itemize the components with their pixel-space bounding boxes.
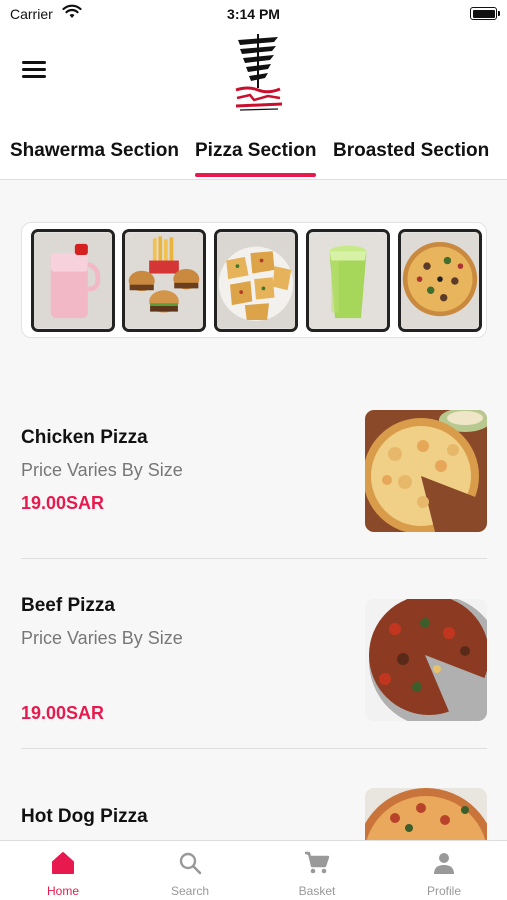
nav-search-label: Search	[170, 884, 210, 898]
cart-icon	[305, 851, 330, 874]
item-photo-chicken-pizza	[365, 410, 487, 532]
promo-image-strip	[21, 222, 487, 338]
clock: 3:14 PM	[227, 6, 280, 22]
hamburger-icon[interactable]	[22, 61, 46, 81]
nav-search[interactable]: Search	[127, 841, 253, 900]
item-price: 19.00SAR	[21, 493, 105, 513]
tab-broasted-section[interactable]: Broasted Section	[333, 140, 489, 162]
item-description: Price Varies By Size	[21, 628, 183, 648]
app-header	[0, 28, 507, 120]
battery-icon	[470, 7, 500, 20]
nav-home-label: Home	[46, 884, 79, 898]
item-name: Chicken Pizza	[21, 427, 148, 448]
nav-basket[interactable]: Basket	[254, 841, 380, 900]
item-photo-hot-dog-pizza	[365, 788, 487, 840]
nav-profile[interactable]: Profile	[381, 841, 507, 900]
tab-shawerma-section[interactable]: Shawerma Section	[10, 140, 179, 162]
item-name: Beef Pizza	[21, 595, 115, 616]
bottom-nav: Home Search Basket Profile	[0, 840, 507, 900]
section-tabs: Shawerma Section Pizza Section Broasted …	[0, 120, 507, 180]
nav-home[interactable]: Home	[0, 841, 126, 900]
item-price: 19.00SAR	[21, 703, 105, 723]
divider	[21, 558, 487, 559]
promo-image-pizza[interactable]	[398, 229, 482, 332]
tab-pizza-section[interactable]: Pizza Section	[195, 140, 317, 177]
item-photo-beef-pizza	[365, 599, 487, 721]
nav-basket-label: Basket	[298, 884, 336, 898]
promo-image-drink-jug[interactable]	[31, 229, 115, 332]
divider	[21, 748, 487, 749]
promo-image-flatbread-platter[interactable]	[214, 229, 298, 332]
status-bar: Carrier 3:14 PM	[0, 0, 507, 28]
home-icon	[52, 852, 74, 874]
item-name: Hot Dog Pizza	[21, 806, 148, 827]
nav-profile-label: Profile	[426, 884, 461, 898]
item-description: Price Varies By Size	[21, 460, 183, 480]
promo-image-green-juice[interactable]	[306, 229, 390, 332]
profile-icon	[434, 853, 454, 874]
promo-image-burgers-fries[interactable]	[122, 229, 206, 332]
search-icon	[179, 852, 202, 875]
shawarma-logo-icon	[235, 34, 283, 111]
